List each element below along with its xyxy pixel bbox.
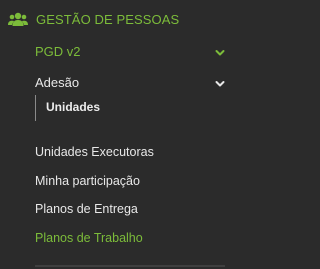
- menu-item-minha-participacao[interactable]: Minha participação: [35, 174, 140, 188]
- menu-pgd-v2[interactable]: PGD v2: [35, 42, 225, 60]
- menu-item-planos-de-trabalho[interactable]: Planos de Trabalho: [35, 231, 143, 245]
- divider: [35, 265, 225, 267]
- menu-adesao-label: Adesão: [35, 74, 80, 90]
- section-header-gestao-de-pessoas[interactable]: GESTÃO DE PESSOAS: [8, 8, 179, 30]
- menu-pgd-v2-label: PGD v2: [35, 43, 81, 59]
- chevron-down-icon[interactable]: [215, 77, 225, 87]
- menu-item-unidades-executoras[interactable]: Unidades Executoras: [35, 145, 154, 159]
- menu-adesao[interactable]: Adesão: [35, 73, 225, 91]
- submenu-item-unidades[interactable]: Unidades: [46, 100, 100, 114]
- section-header-label: GESTÃO DE PESSOAS: [36, 11, 180, 27]
- menu-item-planos-de-entrega[interactable]: Planos de Entrega: [35, 202, 138, 216]
- chevron-down-icon[interactable]: [215, 46, 225, 56]
- users-icon: [8, 11, 28, 27]
- sidebar-nav: GESTÃO DE PESSOAS PGD v2 Adesão Unidades…: [0, 0, 237, 269]
